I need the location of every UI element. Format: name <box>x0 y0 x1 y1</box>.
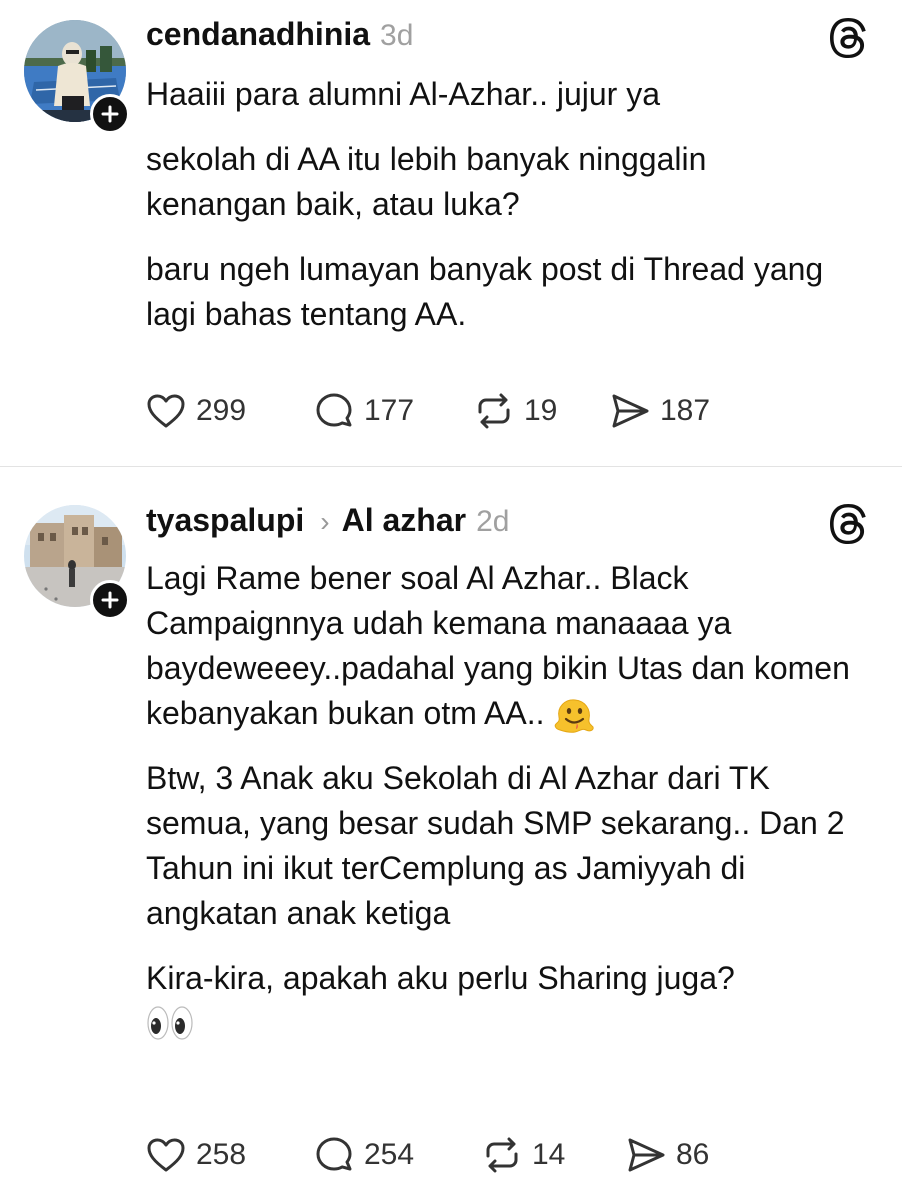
send-icon <box>628 1138 665 1172</box>
comment-button[interactable]: 254 <box>314 1136 482 1174</box>
plus-icon <box>101 591 119 609</box>
repost-icon <box>478 393 510 429</box>
share-button[interactable]: 187 <box>610 393 710 429</box>
topic-tag[interactable]: Al azhar <box>342 502 466 539</box>
melting-face-emoji <box>555 699 595 733</box>
share-count: 187 <box>660 394 711 427</box>
repost-count: 14 <box>532 1138 566 1171</box>
follow-plus-button[interactable] <box>90 580 130 620</box>
post-actions: 258 254 14 86 <box>146 1136 709 1174</box>
chevron-right-icon: › <box>320 506 330 537</box>
share-button[interactable]: 86 <box>626 1137 709 1173</box>
post-actions: 299 177 19 187 <box>146 392 710 430</box>
eyes-emoji <box>146 1003 876 1045</box>
plus-icon <box>101 105 119 123</box>
follow-plus-button[interactable] <box>90 94 130 134</box>
repost-button[interactable]: 19 <box>474 392 610 430</box>
comment-count: 254 <box>364 1138 415 1171</box>
post-text-paragraph: Kira-kira, apakah aku perlu Sharing juga… <box>146 960 735 996</box>
post-text: Lagi Rame bener soal Al Azhar.. Black Ca… <box>146 560 850 731</box>
like-button[interactable]: 299 <box>146 393 314 429</box>
post-text-paragraph: Btw, 3 Anak aku Sekolah di Al Azhar dari… <box>146 760 845 931</box>
post-time: 2d <box>476 505 510 538</box>
comment-bubble-icon <box>316 393 352 427</box>
threads-logo-icon[interactable] <box>830 18 870 58</box>
post-text-paragraph: baru ngeh lumayan banyak post di Thread … <box>146 251 824 332</box>
username[interactable]: tyaspalupi <box>146 502 304 539</box>
repost-icon <box>486 1137 518 1173</box>
heart-icon <box>147 394 185 428</box>
comment-button[interactable]: 177 <box>314 392 474 430</box>
repost-count: 19 <box>524 394 558 427</box>
comment-count: 177 <box>364 394 415 427</box>
like-button[interactable]: 258 <box>146 1137 314 1173</box>
post-divider <box>0 466 902 467</box>
send-icon <box>612 394 649 428</box>
post-time: 3d <box>380 19 414 52</box>
heart-icon <box>147 1138 185 1172</box>
username[interactable]: cendanadhinia <box>146 16 370 53</box>
post-text-line: Haaiii para alumni Al-Azhar.. jujur ya <box>146 76 661 112</box>
repost-button[interactable]: 14 <box>482 1136 626 1174</box>
post-text-paragraph: Lagi Rame bener soal Al Azhar.. Black Ca… <box>146 556 876 736</box>
threads-logo-icon[interactable] <box>830 504 870 544</box>
post-text-paragraph: sekolah di AA itu lebih banyak ninggalin… <box>146 141 707 222</box>
like-count: 258 <box>196 1138 247 1171</box>
like-count: 299 <box>196 394 247 427</box>
comment-bubble-icon <box>316 1137 352 1171</box>
share-count: 86 <box>676 1138 710 1171</box>
